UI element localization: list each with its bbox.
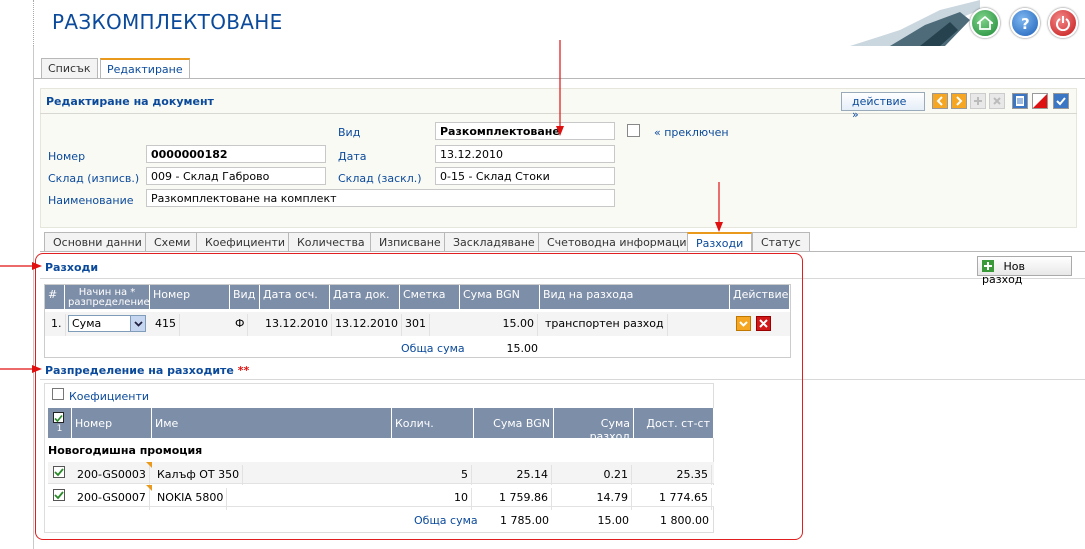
- tab-warehousing[interactable]: Заскладяване: [444, 232, 544, 251]
- tab-list[interactable]: Списък: [41, 58, 98, 78]
- new-expense-button[interactable]: Нов разход: [977, 256, 1072, 286]
- action-button[interactable]: действие »: [841, 92, 925, 121]
- next-icon[interactable]: [951, 93, 967, 109]
- svg-text:?: ?: [1021, 15, 1030, 31]
- left-border: [33, 46, 34, 549]
- date-label: Дата: [338, 150, 367, 163]
- prev-icon[interactable]: [932, 93, 948, 109]
- number-label: Номер: [48, 150, 86, 163]
- document-divider: [40, 113, 1077, 114]
- number-field[interactable]: 0000000182: [146, 145, 326, 163]
- help-icon: ?: [1021, 15, 1030, 31]
- plus-icon: [982, 260, 994, 272]
- tab-expenses[interactable]: Разходи: [687, 232, 753, 251]
- home-button[interactable]: [970, 8, 1000, 38]
- header-divider: [33, 0, 34, 46]
- tab-coefficients[interactable]: Коефициенти: [196, 232, 295, 251]
- tab-underline: [34, 78, 1085, 79]
- tab-quantities[interactable]: Количества: [288, 232, 374, 251]
- bird-logo-icon: [850, 0, 980, 46]
- highlight-frame: [35, 253, 803, 540]
- warehouse-in-label: Склад (заскл.): [338, 172, 422, 185]
- switched-label: « преключен: [654, 126, 729, 139]
- cancel-edit-icon[interactable]: [1032, 93, 1048, 109]
- page-title: РАЗКОМПЛЕКТОВАНЕ: [52, 10, 283, 34]
- delete-icon[interactable]: [989, 93, 1005, 109]
- tab-accounting-info[interactable]: Счетоводна информация: [538, 232, 703, 251]
- app-header: РАЗКОМПЛЕКТОВАНЕ ?: [0, 0, 1085, 46]
- warehouse-out-label: Склад (изписв.): [48, 172, 140, 185]
- name-field[interactable]: Разкомплектоване на комплект: [146, 189, 615, 207]
- home-icon: [977, 15, 993, 30]
- logout-button[interactable]: [1048, 8, 1078, 38]
- warehouse-in-field[interactable]: 0-15 - Склад Стоки: [435, 167, 615, 185]
- switched-checkbox[interactable]: [627, 124, 640, 137]
- tab-status[interactable]: Статус: [752, 232, 810, 251]
- subtab-underline: [40, 251, 1085, 252]
- date-field[interactable]: 13.12.2010: [435, 145, 615, 163]
- save-icon[interactable]: [1053, 93, 1069, 109]
- type-label: Вид: [338, 126, 361, 139]
- document-title: Редактиране на документ: [46, 95, 214, 108]
- type-field[interactable]: Разкомплектоване: [435, 122, 615, 140]
- name-label: Наименование: [48, 194, 134, 207]
- power-icon: [1056, 16, 1070, 31]
- add-icon[interactable]: [970, 93, 986, 109]
- tab-schemes[interactable]: Схеми: [145, 232, 200, 251]
- warehouse-out-field[interactable]: 009 - Склад Габрово: [146, 167, 326, 185]
- tab-basic-data[interactable]: Основни данни: [44, 232, 151, 251]
- tab-edit[interactable]: Редактиране: [100, 58, 190, 79]
- tab-write-off[interactable]: Изписване: [370, 232, 450, 251]
- print-icon[interactable]: [1012, 93, 1028, 109]
- help-button[interactable]: ?: [1010, 8, 1040, 38]
